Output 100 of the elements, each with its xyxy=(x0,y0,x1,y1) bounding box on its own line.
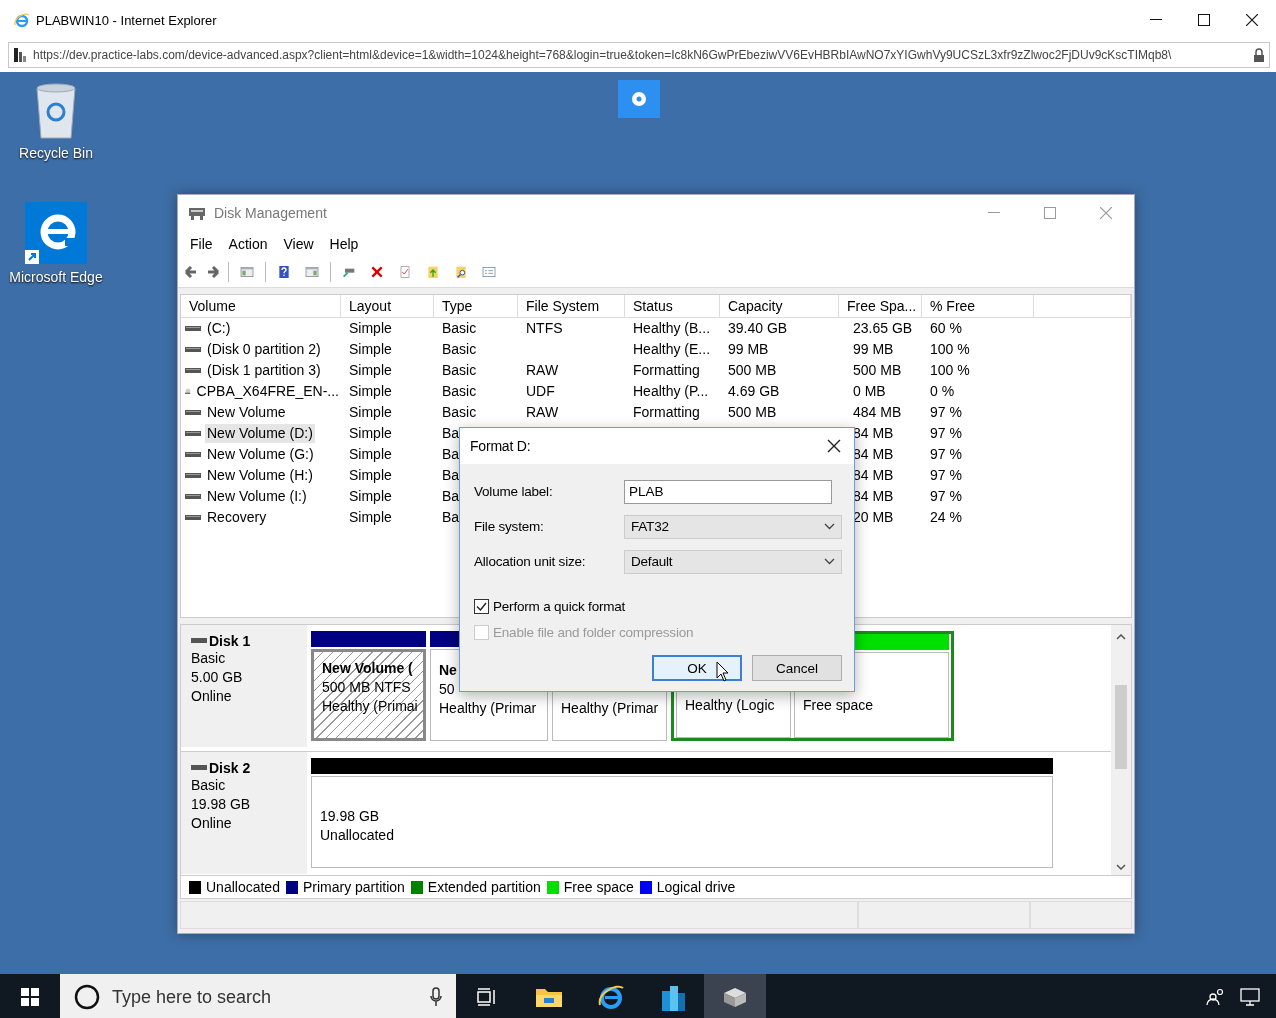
table-cell: Simple xyxy=(349,404,392,420)
partition-block[interactable]: New Volume ( 500 MB NTFS Healthy (Primai xyxy=(311,649,426,741)
people-button[interactable] xyxy=(1206,988,1226,1006)
table-cell: Basic xyxy=(442,362,477,378)
close-icon xyxy=(1246,14,1258,26)
table-cell: 23.65 GB xyxy=(853,320,913,336)
table-cell: 39.40 GB xyxy=(728,320,788,336)
drive-icon xyxy=(185,471,201,480)
network-button[interactable] xyxy=(1240,988,1262,1006)
volume-row-label[interactable]: CPBA_X64FRE_EN-... xyxy=(194,382,341,401)
column-header[interactable]: Layout xyxy=(341,295,434,318)
volume-label-field[interactable]: PLAB xyxy=(624,479,832,504)
volume-row-label[interactable]: New Volume (I:) xyxy=(205,487,309,506)
volume-row-label[interactable]: (C:) xyxy=(205,319,233,338)
table-cell: Healthy (E... xyxy=(633,341,711,357)
table-cell: 97 % xyxy=(930,467,962,483)
field-label: Volume label: xyxy=(474,484,554,499)
field-label: Allocation unit size: xyxy=(474,554,587,569)
checkbox[interactable] xyxy=(474,598,489,614)
table-cell: 500 MB xyxy=(853,362,902,378)
drive-icon xyxy=(185,345,201,354)
column-header[interactable]: Status xyxy=(625,295,720,318)
table-cell: Simple xyxy=(349,446,392,462)
partition-block[interactable]: 19.98 GB Unallocated xyxy=(311,776,1053,868)
column-header[interactable]: Volume xyxy=(181,295,341,318)
microphone-icon xyxy=(430,987,442,1007)
url-text: https://dev.practice-labs.com/device-advanced.aspx?client=html&device=1&width=1024&height=768&login=true&token=Ic8kN6GwPrEbeziwVV6EvHBRbIAwNO7xYIGwhVy9UCSzL3xfr9zZlwoc2FjDUv9cKscTIMqb8\ xyxy=(33,48,1173,62)
desktop-icon-label[interactable]: Recycle Bin xyxy=(19,144,93,163)
partition-info: 19.98 GB xyxy=(320,807,381,826)
menu-item[interactable]: Help xyxy=(321,236,367,252)
volume-row-label[interactable]: New Volume (D:) xyxy=(205,424,315,443)
table-cell: 99 MB xyxy=(853,341,894,357)
legend-label: Free space xyxy=(563,879,634,895)
table-cell: Ba xyxy=(442,509,460,525)
dialog-button[interactable]: OK xyxy=(652,655,742,681)
table-cell: Ba xyxy=(442,488,460,504)
table-cell: Ba xyxy=(442,446,460,462)
taskbar-app[interactable] xyxy=(704,974,766,1018)
table-cell: RAW xyxy=(526,404,559,420)
checkbox-option[interactable]: Perform a quick format xyxy=(474,593,842,619)
scrollbar-thumb[interactable] xyxy=(1115,685,1127,769)
menu-item[interactable]: Action xyxy=(220,236,276,252)
forward-icon xyxy=(206,266,220,278)
table-cell: 500 MB xyxy=(728,404,777,420)
disk-size: 5.00 GB xyxy=(191,668,244,687)
caret-up-icon xyxy=(1116,633,1126,640)
volume-row-label[interactable]: (Disk 1 partition 3) xyxy=(205,361,323,380)
table-cell: Healthy (P... xyxy=(633,383,709,399)
volume-row-label[interactable]: New Volume xyxy=(205,403,288,422)
menu-item[interactable]: View xyxy=(275,236,322,252)
monitor-icon xyxy=(1240,988,1262,1006)
dropdown[interactable]: Default xyxy=(624,549,842,574)
disk-name: Disk 2 xyxy=(209,760,251,776)
disk-status: Online xyxy=(191,814,233,833)
drive-icon xyxy=(191,765,207,771)
caret-down-icon xyxy=(824,558,835,565)
circle-dot-icon xyxy=(631,91,647,107)
address-bar[interactable]: https://dev.practice-labs.com/device-advanced.aspx?client=html&device=1&width=1024&height=768&login=true&token=Ic8kN6GwPrEbeziwVV6EvHBRbIAwNO7xYIGwhVy9UCSzL3xfr9zZlwoc2FjDUv9cKscTIMqb8\ xyxy=(8,42,1270,68)
volume-row-label[interactable]: New Volume (H:) xyxy=(205,466,315,485)
column-header[interactable]: Type xyxy=(434,295,518,318)
column-header[interactable]: % Free xyxy=(922,295,1034,318)
table-cell: 97 % xyxy=(930,488,962,504)
partition-info: 500 MB NTFS xyxy=(322,678,412,697)
check-icon xyxy=(476,601,487,611)
toolbar-toggle-button[interactable] xyxy=(618,80,660,118)
search-field[interactable]: Type here to search xyxy=(110,985,420,1009)
checkbox-label: Enable file and folder compression xyxy=(493,624,694,640)
scrollbar[interactable] xyxy=(1111,625,1131,875)
dialog-button[interactable]: Cancel xyxy=(752,655,842,681)
table-cell: 99 MB xyxy=(728,341,769,357)
drive-icon xyxy=(185,408,201,417)
legend-label: Logical drive xyxy=(656,879,736,895)
disk-status: Online xyxy=(191,687,233,706)
disk-name: Disk 1 xyxy=(209,633,251,649)
partition-info: Healthy (Primai xyxy=(322,697,417,716)
properties-icon xyxy=(479,266,499,278)
dropdown[interactable]: FAT32 xyxy=(624,514,842,539)
volume-row-label[interactable]: (Disk 0 partition 2) xyxy=(205,340,323,359)
column-header[interactable]: Capacity xyxy=(720,295,839,318)
folder-icon xyxy=(535,986,563,1008)
edge-logo-icon xyxy=(25,202,87,264)
volume-row-label[interactable]: Recovery xyxy=(205,508,269,527)
table-cell: Simple xyxy=(349,467,392,483)
column-header[interactable]: Free Spa... xyxy=(839,295,922,318)
search-box[interactable]: Type here to search xyxy=(60,974,456,1018)
site-icon xyxy=(13,47,27,63)
desktop-icon-label[interactable]: Microsoft Edge xyxy=(9,268,103,287)
column-header[interactable]: File System xyxy=(518,295,625,318)
caret-down-icon xyxy=(1116,863,1126,870)
disk-type: Basic xyxy=(191,776,227,795)
volume-row-label[interactable]: New Volume (G:) xyxy=(205,445,316,464)
table-cell: 500 MB xyxy=(728,362,777,378)
menu-item[interactable]: File xyxy=(182,236,221,252)
ie-logo-icon xyxy=(597,983,625,1011)
partition-info: Healthy (Primar xyxy=(561,699,660,718)
table-cell: Ba xyxy=(442,425,460,441)
partition-info: Unallocated xyxy=(320,826,395,845)
legend-label: Primary partition xyxy=(302,879,405,895)
table-cell: Basic xyxy=(442,341,477,357)
table-cell: 60 % xyxy=(930,320,962,336)
